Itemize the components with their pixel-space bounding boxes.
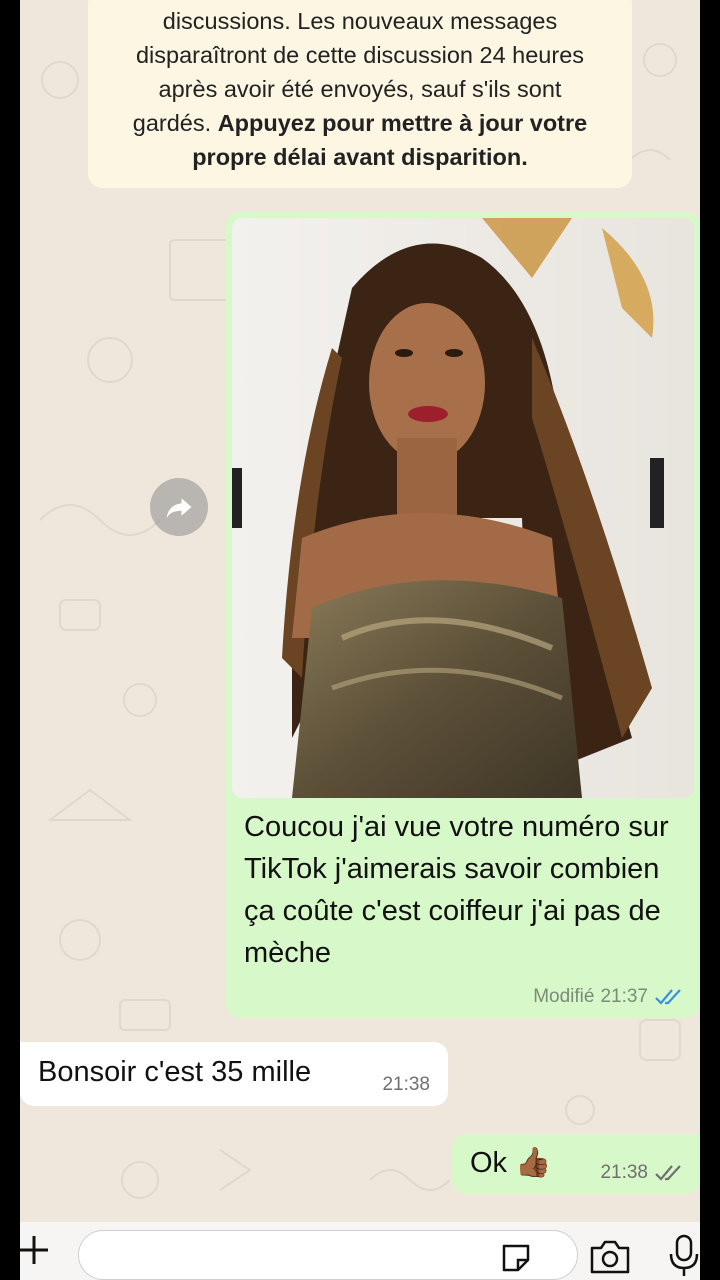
thumbs-up-emoji: 👍🏾 xyxy=(515,1147,552,1179)
message-time: 21:37 xyxy=(600,986,648,1007)
message-time: 21:38 xyxy=(600,1162,648,1183)
incoming-message[interactable]: Bonsoir c'est 35 mille 21:38 xyxy=(20,1042,448,1106)
double-check-icon xyxy=(655,1165,681,1181)
notice-update-link[interactable]: propre délai avant disparition. xyxy=(106,140,614,174)
message-meta: Modifié 21:37 xyxy=(533,986,684,1008)
disappearing-messages-notice[interactable]: discussions. Les nouveaux messages dispa… xyxy=(88,0,632,188)
message-text: Bonsoir c'est 35 mille xyxy=(38,1056,312,1088)
notice-line: discussions. Les nouveaux messages xyxy=(162,8,558,34)
photo-illustration xyxy=(232,218,694,798)
chat-screen: discussions. Les nouveaux messages dispa… xyxy=(20,0,700,1280)
edited-label: Modifié xyxy=(533,986,595,1007)
message-text: Ok xyxy=(470,1146,508,1179)
notice-line: disparaîtront de cette discussion 24 heu… xyxy=(135,42,585,68)
plus-icon[interactable] xyxy=(20,1230,54,1270)
camera-icon[interactable] xyxy=(588,1236,632,1276)
message-photo[interactable] xyxy=(232,218,694,798)
notice-line: après avoir été envoyés, sauf s'ils sont xyxy=(158,76,562,102)
outgoing-message[interactable]: Ok 👍🏾 21:38 xyxy=(452,1134,700,1194)
notice-text: gardés. xyxy=(132,110,218,136)
forward-button[interactable] xyxy=(150,478,208,536)
microphone-icon[interactable] xyxy=(668,1232,700,1278)
composer-bar xyxy=(20,1222,700,1280)
sticker-icon[interactable] xyxy=(498,1240,534,1276)
outgoing-image-message[interactable]: Coucou j'ai vue votre numéro sur TikTok … xyxy=(226,212,700,1018)
notice-line: gardés. Appuyez pour mettre à jour votre xyxy=(106,106,614,140)
forward-icon xyxy=(166,498,192,519)
notice-update-link[interactable]: Appuyez pour mettre à jour votre xyxy=(218,110,588,136)
message-time: 21:38 xyxy=(382,1074,430,1095)
message-caption: Coucou j'ai vue votre numéro sur TikTok … xyxy=(244,811,669,969)
double-check-icon xyxy=(655,989,681,1005)
